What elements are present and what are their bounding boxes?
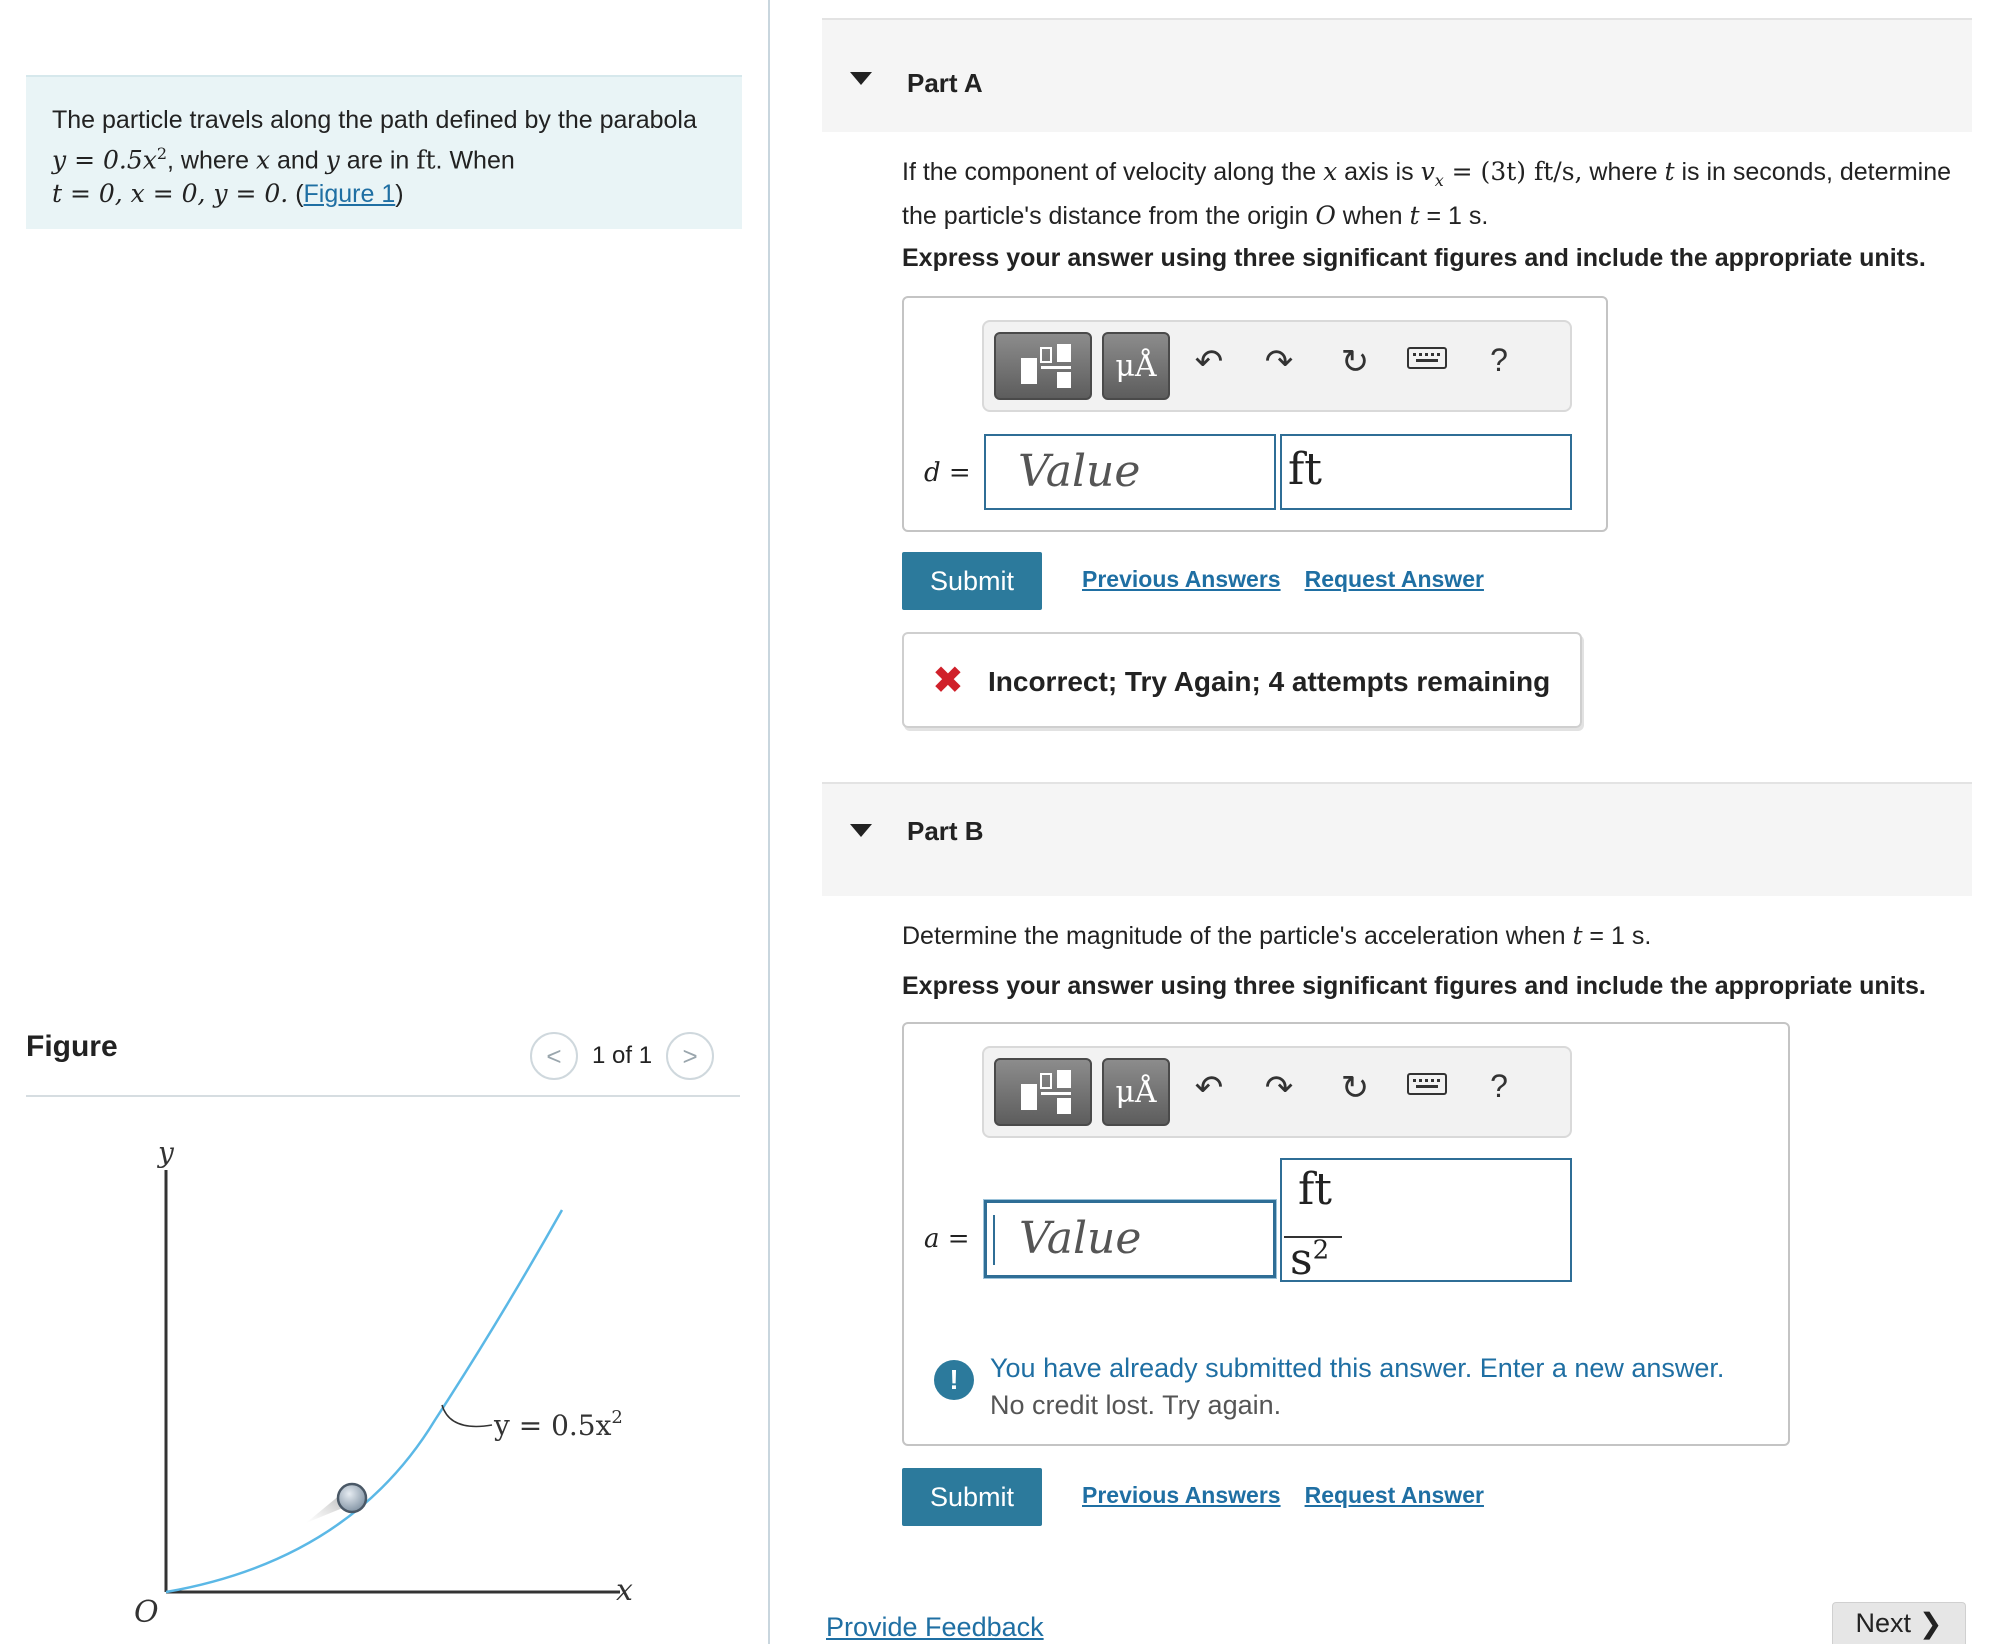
figure-page-count: 1 of 1 <box>592 1042 653 1069</box>
templates-button[interactable] <box>994 1058 1092 1126</box>
unit-denominator: s2 <box>1290 1234 1330 1285</box>
figure-pager: < 1 of 1 > <box>530 1030 715 1082</box>
math-toolbar: μÅ ↶ ↷ ↻ ? <box>982 1046 1572 1138</box>
part-b-submit-button[interactable]: Submit <box>902 1468 1042 1526</box>
collapse-triangle-icon[interactable] <box>850 72 872 85</box>
incorrect-feedback: ✖ Incorrect; Try Again; 4 attempts remai… <box>902 632 1582 728</box>
help-icon[interactable]: ? <box>1474 342 1524 379</box>
unit-ft: ft <box>416 145 436 175</box>
prev-figure-button[interactable]: < <box>530 1032 578 1080</box>
figure-link[interactable]: Figure 1 <box>304 180 396 208</box>
part-b-header[interactable]: Part B <box>822 782 1972 896</box>
next-button[interactable]: Next ❯ <box>1832 1602 1966 1644</box>
alert-icon: ! <box>934 1360 974 1400</box>
label-leader <box>441 1404 493 1428</box>
particle-icon <box>336 1482 368 1514</box>
chevron-left-icon: < <box>546 1040 562 1071</box>
curve-label: y = 0.5x2 <box>493 1407 623 1442</box>
x-axis-label: x <box>616 1573 633 1608</box>
resubmit-warning: You have already submitted this answer. … <box>990 1350 1724 1424</box>
part-b-title: Part B <box>907 816 984 846</box>
next-figure-button[interactable]: > <box>666 1032 715 1080</box>
reset-icon[interactable]: ↻ <box>1330 342 1380 382</box>
keyboard-icon[interactable] <box>1402 1068 1452 1107</box>
provide-feedback-link[interactable]: Provide Feedback <box>826 1612 1044 1643</box>
units-button[interactable]: μÅ <box>1102 1058 1170 1126</box>
y-axis-label: y <box>156 1140 175 1169</box>
paren: ( <box>288 180 304 209</box>
part-a-question: If the component of velocity along the x… <box>902 157 1952 230</box>
part-b-question: Determine the magnitude of the particle'… <box>902 921 1652 950</box>
redo-icon[interactable]: ↷ <box>1254 1068 1304 1108</box>
previous-answers-link[interactable]: Previous Answers <box>1082 1482 1281 1509</box>
var-y: y <box>325 145 340 175</box>
column-divider <box>768 0 770 1644</box>
chevron-right-icon: ❯ <box>1919 1608 1943 1639</box>
part-a-header[interactable]: Part A <box>822 18 1972 132</box>
part-b-answer-box: μÅ ↶ ↷ ↻ ? a = Value ft s2 ! You have al… <box>902 1022 1790 1446</box>
value-input[interactable]: Value <box>984 1200 1276 1278</box>
problem-text: The particle travels along the path defi… <box>52 106 697 134</box>
parabola-curve <box>165 1209 564 1594</box>
var-x: x <box>255 145 271 175</box>
problem-text: . When <box>435 146 515 175</box>
part-a-title: Part A <box>907 68 983 98</box>
part-b-instruction: Express your answer using three signific… <box>902 972 1926 1000</box>
close-x-icon: ✖ <box>932 660 964 702</box>
figure-divider <box>26 1095 740 1097</box>
path-equation: y = 0.5x <box>52 145 157 175</box>
request-answer-link[interactable]: Request Answer <box>1305 566 1484 593</box>
problem-text: , where <box>167 146 256 175</box>
part-a-instruction: Express your answer using three signific… <box>902 244 1926 272</box>
value-input[interactable]: Value <box>984 434 1276 510</box>
unit-input[interactable]: ft <box>1280 434 1572 510</box>
units-button[interactable]: μÅ <box>1102 332 1170 400</box>
unit-numerator: ft <box>1298 1164 1332 1215</box>
fraction-template-icon <box>1021 1070 1071 1114</box>
part-a-links: Previous Answers Request Answer <box>1082 566 1484 593</box>
next-label: Next <box>1855 1608 1912 1638</box>
variable-label: d = <box>924 458 971 488</box>
reset-icon[interactable]: ↻ <box>1330 1068 1380 1108</box>
feedback-text: Incorrect; Try Again; 4 attempts remaini… <box>988 666 1551 697</box>
exponent: 2 <box>156 144 168 163</box>
fraction-template-icon <box>1021 344 1071 388</box>
unit-value: ft <box>1288 444 1322 495</box>
chevron-right-icon: > <box>682 1040 698 1071</box>
undo-icon[interactable]: ↶ <box>1184 1068 1234 1108</box>
figure-diagram: y x O y = 0.5x2 <box>134 1140 633 1630</box>
problem-text: are in <box>339 146 417 175</box>
part-b-links: Previous Answers Request Answer <box>1082 1482 1484 1509</box>
problem-text: and <box>270 146 326 175</box>
value-placeholder: Value <box>1019 1213 1142 1264</box>
figure-title: Figure <box>26 1030 118 1063</box>
unit-input[interactable]: ft s2 <box>1280 1158 1572 1285</box>
warning-line-1: You have already submitted this answer. … <box>990 1353 1725 1383</box>
initial-conditions: t = 0, x = 0, y = 0. <box>52 179 289 209</box>
request-answer-link[interactable]: Request Answer <box>1305 1482 1484 1509</box>
templates-button[interactable] <box>994 332 1092 400</box>
keyboard-icon[interactable] <box>1402 342 1452 381</box>
redo-icon[interactable]: ↷ <box>1254 342 1304 382</box>
value-placeholder: Value <box>1018 446 1141 497</box>
part-a-answer-box: μÅ ↶ ↷ ↻ ? d = Value ft <box>902 296 1608 532</box>
collapse-triangle-icon[interactable] <box>850 824 872 837</box>
text-cursor <box>993 1215 995 1265</box>
previous-answers-link[interactable]: Previous Answers <box>1082 566 1281 593</box>
undo-icon[interactable]: ↶ <box>1184 342 1234 382</box>
variable-label: a = <box>924 1224 970 1254</box>
math-toolbar: μÅ ↶ ↷ ↻ ? <box>982 320 1572 412</box>
help-icon[interactable]: ? <box>1474 1068 1524 1105</box>
warning-line-2: No credit lost. Try again. <box>990 1390 1282 1420</box>
paren: ) <box>395 180 404 209</box>
origin-label: O <box>134 1595 159 1630</box>
part-a-submit-button[interactable]: Submit <box>902 552 1042 610</box>
problem-statement: The particle travels along the path defi… <box>26 75 742 229</box>
